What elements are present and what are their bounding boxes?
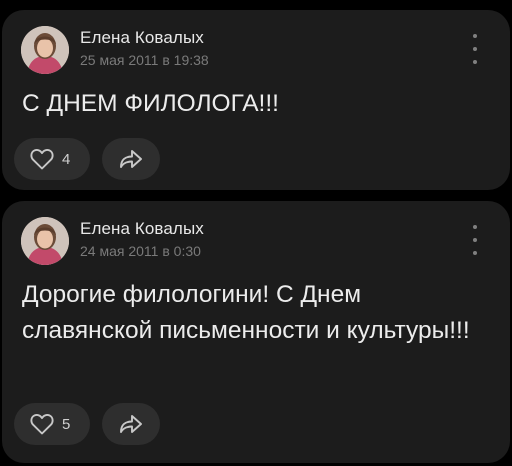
post-text: С ДНЕМ ФИЛОЛОГА!!! bbox=[22, 90, 279, 117]
more-vertical-icon[interactable] bbox=[470, 34, 480, 64]
post-card: Елена Ковалых 24 мая 2011 в 0:30 Дорогие… bbox=[2, 201, 510, 463]
like-button[interactable]: 5 bbox=[14, 403, 90, 445]
post-date[interactable]: 24 мая 2011 в 0:30 bbox=[80, 243, 201, 259]
heart-icon bbox=[30, 149, 54, 170]
like-count: 5 bbox=[62, 415, 71, 433]
like-count: 4 bbox=[62, 150, 71, 168]
more-vertical-icon[interactable] bbox=[470, 225, 480, 255]
author-name[interactable]: Елена Ковалых bbox=[80, 219, 204, 239]
author-avatar[interactable] bbox=[21, 217, 69, 265]
post-date[interactable]: 25 мая 2011 в 19:38 bbox=[80, 52, 209, 68]
author-avatar[interactable] bbox=[21, 26, 69, 74]
share-button[interactable] bbox=[102, 138, 160, 180]
share-arrow-icon bbox=[120, 415, 142, 433]
post-text: Дорогие филологини! С Днем славянской пи… bbox=[22, 281, 470, 344]
like-button[interactable]: 4 bbox=[14, 138, 90, 180]
author-name[interactable]: Елена Ковалых bbox=[80, 28, 204, 48]
post-card: Елена Ковалых 25 мая 2011 в 19:38 С ДНЕМ… bbox=[2, 10, 510, 190]
share-button[interactable] bbox=[102, 403, 160, 445]
heart-icon bbox=[30, 414, 54, 435]
share-arrow-icon bbox=[120, 150, 142, 168]
